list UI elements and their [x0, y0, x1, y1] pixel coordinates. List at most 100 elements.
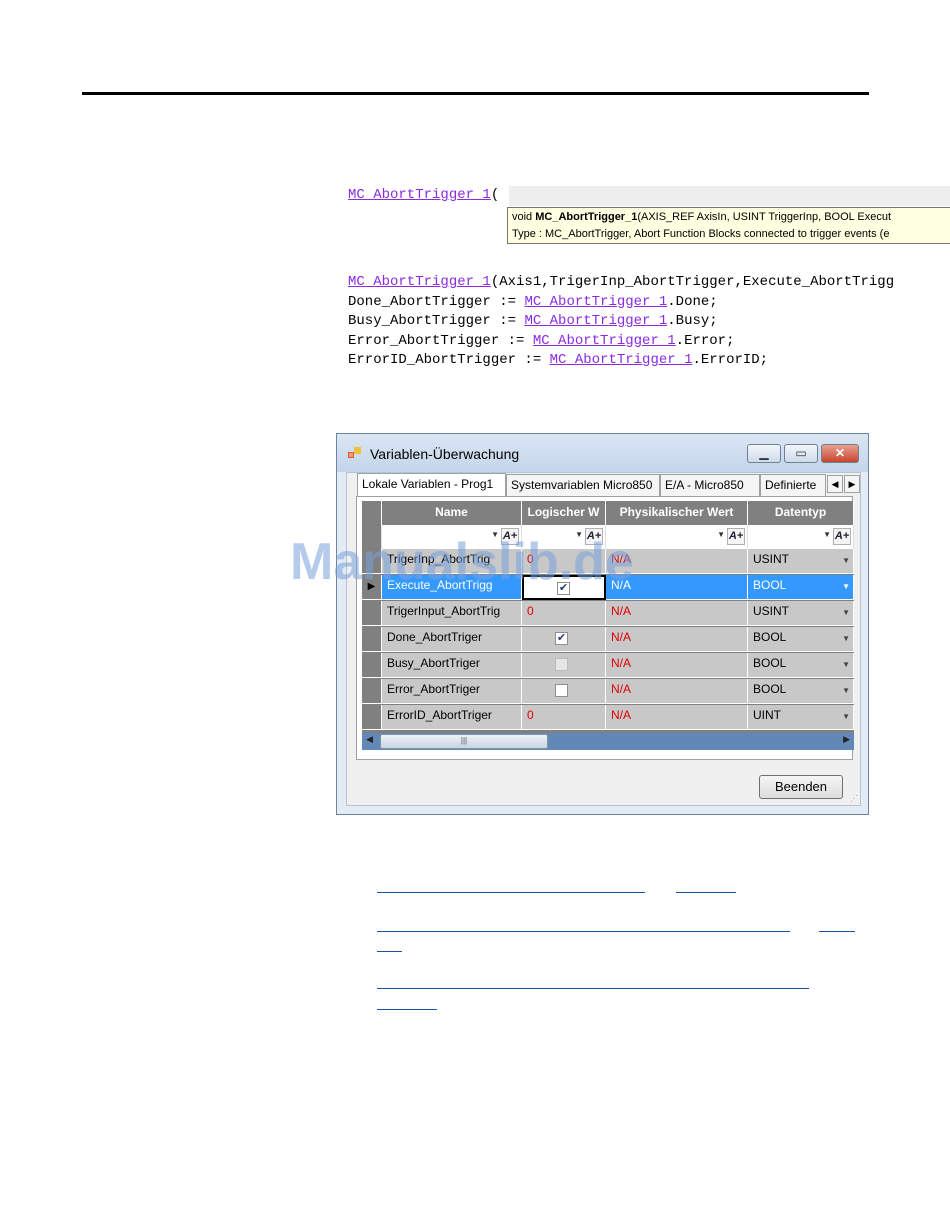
- row-header[interactable]: [362, 627, 382, 652]
- tab-defined[interactable]: Definierte: [760, 474, 826, 496]
- type-dropdown-icon[interactable]: ▼: [842, 603, 850, 623]
- cell-type[interactable]: BOOL ▼: [748, 679, 854, 704]
- tab-scroll-left-icon[interactable]: ◀: [827, 475, 843, 493]
- type-value: BOOL: [753, 630, 787, 644]
- link-underline[interactable]: [377, 892, 645, 893]
- table-row[interactable]: Done_AbortTriger ✔ N/A BOOL ▼: [362, 627, 854, 653]
- close-window-button[interactable]: ✕: [821, 444, 859, 463]
- cell-physical[interactable]: N/A: [606, 705, 748, 730]
- cell-name[interactable]: Error_AbortTriger: [382, 679, 522, 704]
- scroll-thumb[interactable]: |||: [380, 734, 548, 749]
- cell-physical[interactable]: N/A: [606, 601, 748, 626]
- column-header-physical[interactable]: Physikalischer Wert: [606, 501, 748, 525]
- table-row[interactable]: TrigerInput_AbortTrig 0 N/A USINT ▼: [362, 601, 854, 627]
- page-top-rule: [82, 92, 869, 95]
- minimize-icon: ▁: [759, 446, 769, 460]
- cell-physical[interactable]: N/A: [606, 679, 748, 704]
- link-underline[interactable]: [377, 931, 790, 932]
- cell-physical[interactable]: N/A: [606, 627, 748, 652]
- cell-physical[interactable]: N/A: [606, 653, 748, 678]
- window-content: Lokale Variablen - Prog1 Systemvariablen…: [346, 472, 861, 806]
- code-fn: MC_AbortTrigger_1: [524, 313, 668, 329]
- scroll-left-icon[interactable]: ◀: [366, 734, 373, 745]
- row-header[interactable]: [362, 705, 382, 730]
- code-fn: MC_AbortTrigger_1: [532, 332, 676, 349]
- type-value: BOOL: [753, 656, 787, 670]
- link-underline[interactable]: [377, 951, 402, 952]
- minimize-button[interactable]: ▁: [747, 444, 781, 463]
- code-text: ErrorID_AbortTrigger :=: [348, 352, 550, 368]
- table-row[interactable]: Error_AbortTriger N/A BOOL ▼: [362, 679, 854, 705]
- resize-grip-icon[interactable]: ⋰: [850, 794, 858, 803]
- code-text: Error_AbortTrigger :=: [348, 332, 533, 349]
- type-dropdown-icon[interactable]: ▼: [842, 629, 850, 649]
- type-dropdown-icon[interactable]: ▼: [842, 577, 850, 597]
- window-titlebar[interactable]: Variablen-Überwachung ▁ ▭ ✕: [337, 434, 868, 472]
- scroll-right-icon[interactable]: ▶: [843, 734, 850, 745]
- table-row[interactable]: ErrorID_AbortTriger 0 N/A UINT ▼: [362, 705, 854, 731]
- code-text: .Done;: [667, 293, 718, 310]
- cell-logical[interactable]: 0: [522, 601, 606, 626]
- filter-dropdown-icon[interactable]: ▼: [717, 530, 725, 539]
- type-dropdown-icon[interactable]: ▼: [842, 655, 850, 675]
- code-line-1: MC_AbortTrigger_1(Axis1,TrigerInp_AbortT…: [348, 273, 894, 293]
- row-header[interactable]: [362, 601, 382, 626]
- cell-logical[interactable]: 0: [522, 705, 606, 730]
- cell-type[interactable]: USINT ▼: [748, 549, 854, 574]
- type-dropdown-icon[interactable]: ▼: [842, 551, 850, 571]
- cell-type[interactable]: BOOL ▼: [748, 627, 854, 652]
- type-value: USINT: [753, 552, 789, 566]
- cell-logical[interactable]: [522, 679, 606, 704]
- tab-system-variables[interactable]: Systemvariablen Micro850: [506, 474, 660, 496]
- row-header[interactable]: [362, 653, 382, 678]
- filter-dropdown-icon[interactable]: ▼: [823, 530, 831, 539]
- maximize-button[interactable]: ▭: [784, 444, 818, 463]
- tooltip-line-2: Type : MC_AbortTrigger, Abort Function B…: [512, 228, 890, 240]
- tooltip-function-name: MC_AbortTrigger_1: [535, 211, 638, 223]
- code-line-4: Error_AbortTrigger := MC_AbortTrigger_1.…: [348, 332, 894, 352]
- cell-logical[interactable]: [522, 653, 606, 678]
- link-underline[interactable]: [377, 1009, 437, 1010]
- cell-name[interactable]: Busy_AbortTriger: [382, 653, 522, 678]
- type-value: BOOL: [753, 682, 787, 696]
- cell-type[interactable]: BOOL ▼: [748, 575, 854, 600]
- column-header-type[interactable]: Datentyp: [748, 501, 854, 525]
- type-dropdown-icon[interactable]: ▼: [842, 681, 850, 701]
- cell-type[interactable]: UINT ▼: [748, 705, 854, 730]
- checkbox-disabled[interactable]: [555, 658, 568, 671]
- type-dropdown-icon[interactable]: ▼: [842, 707, 850, 727]
- checkbox-unchecked[interactable]: [555, 684, 568, 697]
- code-text: .ErrorID;: [692, 352, 769, 368]
- filter-options-icon[interactable]: A+: [833, 528, 851, 545]
- close-dialog-button[interactable]: Beenden: [759, 775, 843, 799]
- filter-options-icon[interactable]: A+: [727, 528, 745, 545]
- link-underline[interactable]: [819, 931, 855, 932]
- cell-logical[interactable]: ✔: [522, 627, 606, 652]
- tab-io[interactable]: E/A - Micro850: [660, 474, 760, 496]
- code-text: Done_AbortTrigger :=: [348, 293, 525, 310]
- link-underline[interactable]: [676, 892, 736, 893]
- column-header-logical[interactable]: Logischer W: [522, 501, 606, 525]
- cell-type[interactable]: USINT ▼: [748, 601, 854, 626]
- close-icon: ✕: [834, 446, 846, 460]
- cell-name[interactable]: ErrorID_AbortTriger: [382, 705, 522, 730]
- code-line-5: ErrorID_AbortTrigger := MC_AbortTrigger_…: [348, 351, 894, 371]
- cell-name[interactable]: Done_AbortTriger: [382, 627, 522, 652]
- column-header-name[interactable]: Name: [382, 501, 522, 525]
- row-header[interactable]: [362, 679, 382, 704]
- checkbox-checked[interactable]: ✔: [555, 632, 568, 645]
- code-line-3: Busy_AbortTrigger := MC_AbortTrigger_1.B…: [348, 312, 894, 332]
- tooltip-line-1: void MC_AbortTrigger_1(AXIS_REF AxisIn, …: [512, 209, 950, 226]
- cell-type[interactable]: BOOL ▼: [748, 653, 854, 678]
- code-text: (Axis1,TrigerInp_AbortTrigger,Execute_Ab…: [490, 274, 895, 290]
- tab-scroll-right-icon[interactable]: ▶: [844, 475, 860, 493]
- signature-tooltip: void MC_AbortTrigger_1(AXIS_REF AxisIn, …: [507, 207, 950, 244]
- filter-type[interactable]: ▼ A+: [748, 525, 854, 549]
- code-fn: MC_AbortTrigger_1: [524, 293, 668, 310]
- tab-local-variables[interactable]: Lokale Variablen - Prog1: [357, 473, 506, 497]
- table-row[interactable]: Busy_AbortTriger N/A BOOL ▼: [362, 653, 854, 679]
- link-underline[interactable]: [377, 988, 809, 989]
- cell-name[interactable]: TrigerInput_AbortTrig: [382, 601, 522, 626]
- horizontal-scrollbar[interactable]: ◀ ||| ▶: [362, 733, 854, 750]
- code-text: Busy_AbortTrigger :=: [348, 313, 525, 329]
